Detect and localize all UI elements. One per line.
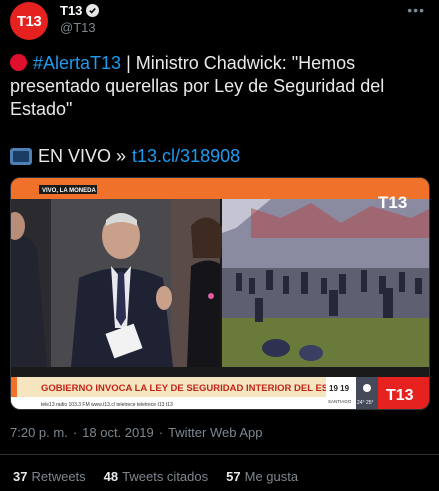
sun-icon: [363, 384, 371, 392]
tweet-stats: 37 Retweets 48 Tweets citados 57 Me gusta: [13, 469, 298, 484]
more-icon[interactable]: •••: [407, 2, 425, 18]
tweet-text: #AlertaT13 | Ministro Chadwick: "Hemos p…: [10, 52, 425, 121]
location-tag: VIVO, LA MONEDA: [42, 188, 96, 194]
hashtag-link[interactable]: #AlertaT13: [33, 53, 121, 73]
divider: [0, 454, 439, 455]
tweet-link[interactable]: t13.cl/318908: [132, 145, 240, 168]
svg-text:T13: T13: [378, 193, 407, 212]
tweet: T13 T13 @T13 ••• #AlertaT13 | Ministro C…: [0, 0, 439, 491]
meta-separator: ·: [72, 425, 78, 440]
avatar-logo: T13: [16, 12, 42, 30]
headline: GOBIERNO INVOCA LA LEY DE SEGURIDAD INTE…: [41, 383, 354, 394]
retweets-label: Retweets: [31, 469, 86, 484]
likes-stat[interactable]: 57 Me gusta: [226, 469, 298, 484]
tweet-source[interactable]: Twitter Web App: [168, 425, 262, 440]
footer-logo: T13: [386, 387, 414, 404]
handle[interactable]: @T13: [60, 20, 96, 35]
retweets-stat[interactable]: 37 Retweets: [13, 469, 86, 484]
avatar[interactable]: T13: [10, 2, 48, 40]
tweet-meta: 7:20 p. m. · 18 oct. 2019 · Twitter Web …: [10, 425, 262, 440]
live-line: EN VIVO » t13.cl/318908: [10, 145, 240, 168]
tweet-time[interactable]: 7:20 p. m.: [10, 425, 68, 440]
weather-city: SANTIAGO: [328, 399, 352, 404]
meta-separator: ·: [158, 425, 164, 440]
quotes-count: 48: [103, 469, 119, 484]
media-image[interactable]: VIVO, LA MONEDA T13 GOBIERNO INVOCA LA L…: [10, 177, 430, 410]
verified-icon: [86, 4, 100, 17]
retweets-count: 37: [13, 469, 28, 484]
clock: 19 19: [329, 384, 350, 393]
likes-count: 57: [226, 469, 241, 484]
red-circle-icon: [10, 54, 27, 71]
tweet-date[interactable]: 18 oct. 2019: [82, 425, 154, 440]
ticker: tele13 radio 103.3 FM www.t13.cl teletre…: [41, 402, 173, 408]
quotes-stat[interactable]: 48 Tweets citados: [104, 469, 208, 484]
live-label: EN VIVO »: [38, 146, 127, 166]
weather-temp: 24° 25°: [357, 400, 374, 406]
author-name-row[interactable]: T13: [60, 3, 100, 18]
quotes-label: Tweets citados: [122, 469, 209, 484]
channel-logo: T13: [378, 193, 407, 212]
likes-label: Me gusta: [244, 469, 299, 484]
display-name[interactable]: T13: [60, 3, 82, 18]
tv-icon: [10, 148, 32, 165]
